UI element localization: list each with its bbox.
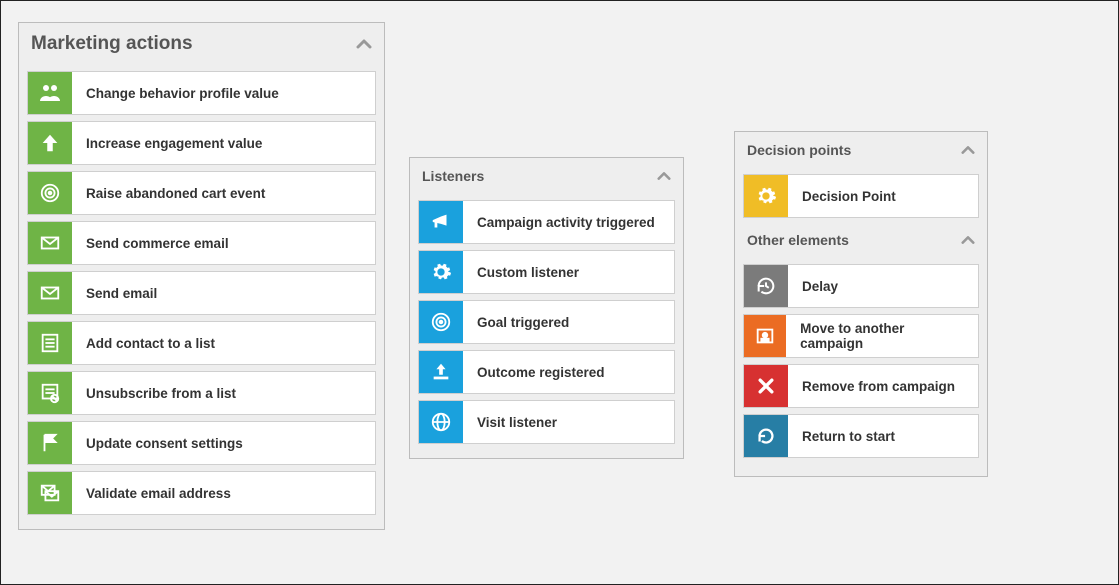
- arrow-up-icon: [28, 122, 72, 164]
- other-label: Return to start: [788, 429, 909, 444]
- decision-point-label: Decision Point: [788, 189, 910, 204]
- listener-campaign-activity-triggered[interactable]: Campaign activity triggered: [418, 200, 675, 244]
- move-icon: [744, 315, 786, 357]
- close-icon: [744, 365, 788, 407]
- envelope-icon: [28, 272, 72, 314]
- panel-body: Decision Point: [735, 166, 987, 226]
- panel-body: Delay Move to another campaign Remove fr…: [735, 256, 987, 472]
- listener-visit-listener[interactable]: Visit listener: [418, 400, 675, 444]
- users-icon: [28, 72, 72, 114]
- action-label: Raise abandoned cart event: [72, 186, 279, 201]
- action-send-commerce-email[interactable]: Send commerce email: [27, 221, 376, 265]
- chevron-up-icon[interactable]: [961, 233, 975, 247]
- panel-header-decision-points[interactable]: Decision points: [735, 132, 987, 166]
- action-change-behavior-profile-value[interactable]: Change behavior profile value: [27, 71, 376, 115]
- bullhorn-icon: [419, 201, 463, 243]
- action-label: Change behavior profile value: [72, 86, 293, 101]
- action-label: Increase engagement value: [72, 136, 276, 151]
- action-update-consent-settings[interactable]: Update consent settings: [27, 421, 376, 465]
- action-label: Add contact to a list: [72, 336, 229, 351]
- other-move-to-another-campaign[interactable]: Move to another campaign: [743, 314, 979, 358]
- list-cancel-icon: [28, 372, 72, 414]
- target-icon: [28, 172, 72, 214]
- panel-listeners: Listeners Campaign activity triggered Cu…: [409, 157, 684, 459]
- action-unsubscribe-from-list[interactable]: Unsubscribe from a list: [27, 371, 376, 415]
- listener-custom-listener[interactable]: Custom listener: [418, 250, 675, 294]
- action-raise-abandoned-cart-event[interactable]: Raise abandoned cart event: [27, 171, 376, 215]
- other-delay[interactable]: Delay: [743, 264, 979, 308]
- globe-icon: [419, 401, 463, 443]
- chevron-up-icon[interactable]: [356, 36, 372, 52]
- panel-header-marketing-actions[interactable]: Marketing actions: [19, 23, 384, 63]
- other-return-to-start[interactable]: Return to start: [743, 414, 979, 458]
- envelope-icon: [28, 222, 72, 264]
- action-label: Update consent settings: [72, 436, 257, 451]
- panel-title: Other elements: [747, 232, 849, 248]
- panel-marketing-actions: Marketing actions Change behavior profil…: [18, 22, 385, 530]
- panel-title: Listeners: [422, 168, 484, 184]
- listener-label: Visit listener: [463, 415, 571, 430]
- envelopes-icon: [28, 472, 72, 514]
- panel-body: Change behavior profile value Increase e…: [19, 63, 384, 529]
- action-send-email[interactable]: Send email: [27, 271, 376, 315]
- flag-icon: [28, 422, 72, 464]
- panel-header-listeners[interactable]: Listeners: [410, 158, 683, 192]
- panel-title: Decision points: [747, 142, 851, 158]
- panel-title: Marketing actions: [31, 33, 193, 55]
- other-label: Move to another campaign: [786, 321, 978, 351]
- listener-label: Campaign activity triggered: [463, 215, 669, 230]
- other-label: Delay: [788, 279, 852, 294]
- canvas: Marketing actions Change behavior profil…: [0, 0, 1119, 585]
- action-label: Unsubscribe from a list: [72, 386, 250, 401]
- action-validate-email-address[interactable]: Validate email address: [27, 471, 376, 515]
- listener-label: Outcome registered: [463, 365, 619, 380]
- action-add-contact-to-list[interactable]: Add contact to a list: [27, 321, 376, 365]
- panel-decision-points: Decision points Decision Point Other ele…: [734, 131, 988, 477]
- action-label: Send email: [72, 286, 171, 301]
- history-icon: [744, 265, 788, 307]
- action-label: Validate email address: [72, 486, 245, 501]
- panel-body: Campaign activity triggered Custom liste…: [410, 192, 683, 458]
- listener-goal-triggered[interactable]: Goal triggered: [418, 300, 675, 344]
- action-label: Send commerce email: [72, 236, 243, 251]
- panel-header-other-elements[interactable]: Other elements: [735, 226, 987, 256]
- restart-icon: [744, 415, 788, 457]
- other-label: Remove from campaign: [788, 379, 969, 394]
- list-icon: [28, 322, 72, 364]
- gear-icon: [744, 175, 788, 217]
- listener-outcome-registered[interactable]: Outcome registered: [418, 350, 675, 394]
- other-remove-from-campaign[interactable]: Remove from campaign: [743, 364, 979, 408]
- gear-icon: [419, 251, 463, 293]
- decision-point-item[interactable]: Decision Point: [743, 174, 979, 218]
- chevron-up-icon[interactable]: [961, 143, 975, 157]
- listener-label: Goal triggered: [463, 315, 583, 330]
- listener-label: Custom listener: [463, 265, 593, 280]
- chevron-up-icon[interactable]: [657, 169, 671, 183]
- target-icon: [419, 301, 463, 343]
- upload-icon: [419, 351, 463, 393]
- action-increase-engagement-value[interactable]: Increase engagement value: [27, 121, 376, 165]
